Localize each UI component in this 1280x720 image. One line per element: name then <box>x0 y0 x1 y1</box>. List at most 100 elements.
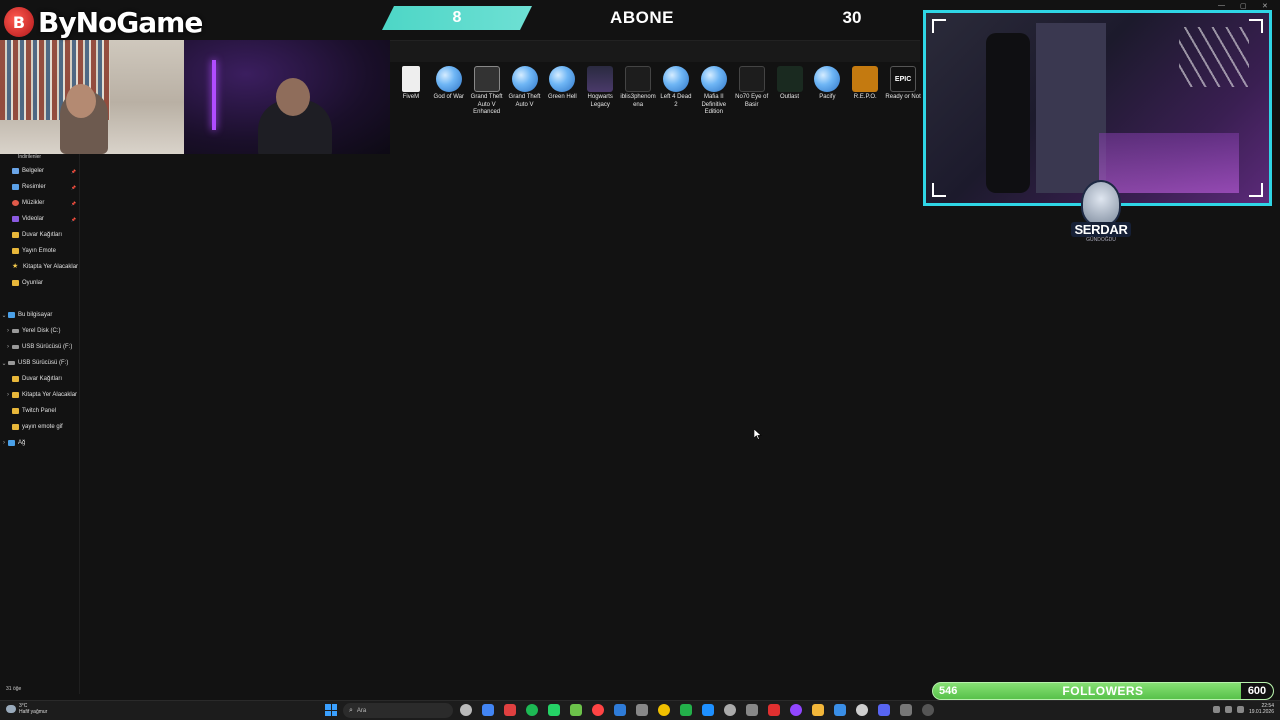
outlast-icon <box>776 66 803 92</box>
frame-corner <box>1249 183 1263 197</box>
nav-item-drive-c[interactable]: › Yerel Disk (C:) <box>0 324 80 338</box>
nav-item-drive-f[interactable]: › USB Sürücüsü (F:) <box>0 340 80 354</box>
volume-icon[interactable] <box>1236 705 1244 713</box>
nav-item-quick-access[interactable]: Resimler 📌 <box>0 180 80 194</box>
maximize-button[interactable]: ▢ <box>1240 2 1247 10</box>
globe-icon <box>700 66 727 92</box>
taskbar-app-icon[interactable] <box>900 704 912 716</box>
chevron-up-icon[interactable] <box>1212 705 1220 713</box>
epic-games-icon: EPIC <box>890 66 917 92</box>
desktop-icon-item[interactable]: God of War <box>430 66 468 126</box>
taskbar-app-icon[interactable] <box>746 704 758 716</box>
followers-goal-bar: FOLLOWERS 546 600 <box>932 682 1274 700</box>
webcam-feed-middle <box>184 40 390 154</box>
clock[interactable]: 22:54 19.01.2026 <box>1249 703 1274 715</box>
frame-corner <box>1249 19 1263 33</box>
nav-item-label: Müzikler <box>22 200 45 206</box>
nav-item-label: Kitapta Yer Alacaklar <box>23 264 79 270</box>
nav-item-usb-expanded[interactable]: ⌄ USB Sürücüsü (F:) <box>0 356 80 370</box>
taskbar-app-icon[interactable] <box>812 704 824 716</box>
desktop-icon-item[interactable]: Outlast <box>771 66 809 126</box>
desktop-icon-item[interactable]: iblis3phenomena <box>619 66 657 126</box>
star-icon: ★ <box>12 263 19 270</box>
taskbar-app-icon[interactable] <box>504 704 516 716</box>
nav-item-quick-access[interactable]: Müzikler 📌 <box>0 196 80 210</box>
taskbar-app-icon[interactable] <box>702 704 714 716</box>
taskbar-app-icon[interactable] <box>724 704 736 716</box>
desktop-icon-item[interactable]: EPIC Ready or Not <box>884 66 922 126</box>
desktop-icon-item[interactable]: Mafia II Definitive Edition <box>695 66 733 126</box>
music-icon <box>12 200 19 206</box>
network-icon[interactable] <box>1224 705 1232 713</box>
desktop-icon-item[interactable]: Grand Theft Auto V Enhanced <box>468 66 506 126</box>
taskbar-app-icon[interactable] <box>526 704 538 716</box>
pin-icon: 📌 <box>71 216 76 222</box>
taskbar-app-icon[interactable] <box>636 704 648 716</box>
taskbar-app-icon[interactable] <box>548 704 560 716</box>
nav-item-label: Kitapta Yer Alacaklar <box>22 392 78 398</box>
taskbar-app-icon[interactable] <box>834 704 846 716</box>
frame-corner <box>932 183 946 197</box>
system-tray: 22:54 19.01.2026 <box>1212 703 1274 715</box>
streamer-surname: GÜNDOĞDU <box>1086 237 1116 243</box>
taskbar-app-icon[interactable] <box>922 704 934 716</box>
nav-item-quick-access[interactable]: ★ Kitapta Yer Alacaklar <box>0 260 80 274</box>
desktop-icon-item[interactable]: Green Hell <box>543 66 581 126</box>
folder-icon <box>12 376 19 382</box>
streamer-name: SERDAR <box>1071 222 1131 237</box>
nav-item-quick-access[interactable]: Duvar Kağıtları <box>0 228 80 242</box>
weather-widget[interactable]: 3°C Hafif yağmur <box>6 703 47 715</box>
nav-item-this-pc[interactable]: ⌄ Bu bilgisayar <box>0 308 80 322</box>
desktop-icon-item[interactable]: Left 4 Dead 2 <box>657 66 695 126</box>
nav-item-label: Oyunlar <box>22 280 44 286</box>
nav-item-quick-access[interactable]: Videolar 📌 <box>0 212 80 226</box>
pin-icon: 📌 <box>71 200 76 206</box>
taskbar-app-icon[interactable] <box>680 704 692 716</box>
hogwarts-icon <box>587 66 614 92</box>
chevron-icon[interactable]: › <box>4 328 12 334</box>
taskbar-app-icon[interactable] <box>592 704 604 716</box>
desktop-icon-label: Grand Theft Auto V Enhanced <box>470 94 503 115</box>
taskbar-app-icon[interactable] <box>768 704 780 716</box>
usb-drive-icon <box>8 361 15 365</box>
taskbar-app-icon[interactable] <box>856 704 868 716</box>
taskbar-app-icon[interactable] <box>790 704 802 716</box>
chevron-icon[interactable]: › <box>0 440 8 446</box>
desktop-icon-item[interactable]: R.E.P.O. <box>846 66 884 126</box>
globe-icon <box>814 66 841 92</box>
nav-item-quick-access[interactable]: Belgeler 📌 <box>0 164 80 178</box>
chevron-icon[interactable]: › <box>4 392 12 398</box>
taskbar-app-icon[interactable] <box>658 704 670 716</box>
subscriber-current: 8 <box>382 6 532 30</box>
desktop-icon-item[interactable]: Grand Theft Auto V <box>506 66 544 126</box>
desktop-icon-item[interactable]: No70 Eye of Basir <box>733 66 771 126</box>
nav-item-usb-folder[interactable]: › Kitapta Yer Alacaklar <box>0 388 80 402</box>
chevron-icon[interactable]: › <box>4 344 12 350</box>
taskbar-app-icon[interactable] <box>460 704 472 716</box>
taskbar-app-icon[interactable] <box>482 704 494 716</box>
globe-icon <box>511 66 538 92</box>
desktop-icon-item[interactable]: Pacify <box>808 66 846 126</box>
nav-item-usb-folder[interactable]: Twitch Panel <box>0 404 80 418</box>
minimize-button[interactable]: — <box>1218 2 1225 9</box>
nav-item-usb-folder[interactable]: Duvar Kağıtları <box>0 372 80 386</box>
folder-icon <box>12 232 19 238</box>
close-button[interactable]: ✕ <box>1262 2 1268 10</box>
nav-item-downloads[interactable]: İndirilenler <box>18 154 41 160</box>
brand-name: ByNoGame <box>38 5 203 39</box>
taskbar-app-icon[interactable] <box>614 704 626 716</box>
windows-start-icon[interactable] <box>325 704 337 716</box>
nav-item-quick-access[interactable]: Oyunlar <box>0 276 80 290</box>
taskbar-app-icon[interactable] <box>570 704 582 716</box>
chevron-icon[interactable]: ⌄ <box>0 360 8 367</box>
nav-item-usb-folder[interactable]: yayın emote gif <box>0 420 80 434</box>
desktop-icon-item[interactable]: FiveM <box>392 66 430 126</box>
astronaut-icon <box>1081 180 1121 226</box>
taskbar-app-icon[interactable] <box>878 704 890 716</box>
nav-item-network[interactable]: › Ağ <box>0 436 80 450</box>
chevron-icon[interactable]: ⌄ <box>0 312 8 319</box>
computer-icon <box>8 312 15 318</box>
desktop-icon-item[interactable]: Hogwarts Legacy <box>581 66 619 126</box>
nav-item-quick-access[interactable]: Yayın Emote <box>0 244 80 258</box>
taskbar-search[interactable]: ⌕ Ara <box>343 703 453 718</box>
